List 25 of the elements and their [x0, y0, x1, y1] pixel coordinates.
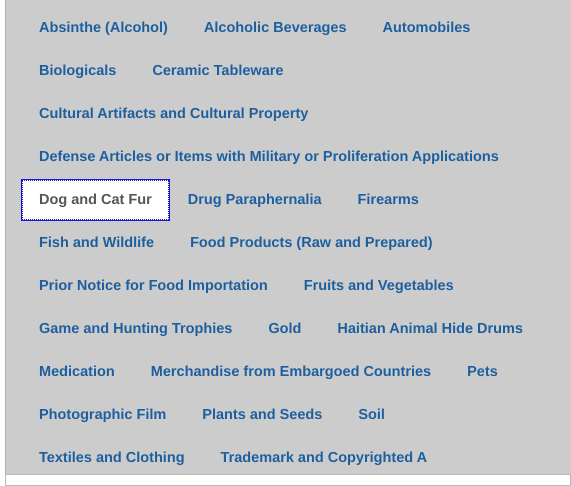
category-link[interactable]: Plants and Seeds	[185, 394, 340, 434]
category-link[interactable]: Defense Articles or Items with Military or Proliferation Applications	[22, 136, 516, 176]
category-link[interactable]: Game and Hunting Trophies	[22, 308, 250, 348]
category-link[interactable]: Prior Notice for Food Importation	[22, 266, 285, 306]
category-link[interactable]: Soil	[341, 394, 402, 434]
category-link[interactable]: Ceramic Tableware	[135, 50, 300, 90]
category-link[interactable]: Merchandise from Embargoed Countries	[134, 352, 448, 392]
category-link[interactable]: Biologicals	[22, 50, 134, 90]
category-link[interactable]: Dog and Cat Fur	[22, 180, 169, 220]
category-link[interactable]: Alcoholic Beverages	[186, 8, 364, 48]
category-link[interactable]: Medication	[22, 352, 132, 392]
category-link[interactable]: Automobiles	[366, 8, 488, 48]
category-link[interactable]: Food Products (Raw and Prepared)	[173, 222, 450, 262]
category-link[interactable]: Pets	[450, 352, 515, 392]
category-link[interactable]: Gold	[251, 308, 318, 348]
category-link[interactable]: Fruits and Vegetables	[286, 266, 471, 306]
category-link[interactable]: Textiles and Clothing	[22, 438, 202, 478]
category-link[interactable]: Haitian Animal Hide Drums	[320, 308, 540, 348]
category-link[interactable]: Absinthe (Alcohol)	[22, 8, 185, 48]
category-link[interactable]: Cultural Artifacts and Cultural Property	[22, 94, 326, 134]
category-link[interactable]: Firearms	[340, 180, 436, 220]
category-link[interactable]: Photographic Film	[22, 394, 184, 434]
category-link[interactable]: Drug Paraphernalia	[170, 180, 339, 220]
category-link[interactable]: Fish and Wildlife	[22, 222, 172, 262]
category-link[interactable]: Trademark and Copyrighted A	[204, 438, 444, 478]
